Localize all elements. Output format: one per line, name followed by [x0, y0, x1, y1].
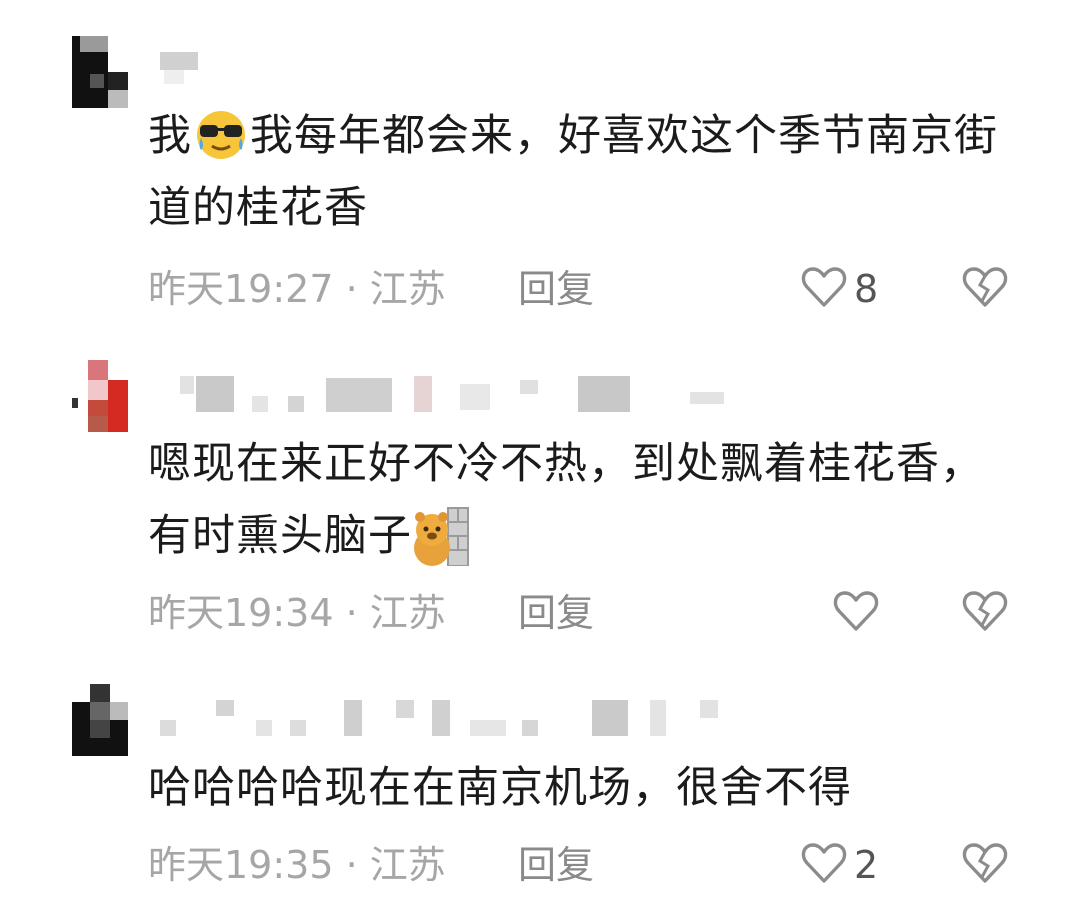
comment-text: 哈哈哈哈现在在南京机场，很舍不得 [148, 763, 852, 813]
reply-button[interactable]: 回复 [518, 588, 594, 638]
comment-meta: 昨天19:27 · 江苏 回复 [148, 264, 594, 314]
dislike-button[interactable] [960, 840, 1010, 890]
separator-dot: · [345, 591, 358, 635]
username-blurred[interactable] [160, 376, 860, 424]
separator-dot: · [345, 267, 358, 311]
comment-text: 嗯现在来正好不冷不热，到处飘着桂花香，有时熏头脑子 [148, 428, 1008, 572]
heart-icon [800, 841, 848, 889]
reply-button[interactable]: 回复 [518, 840, 594, 890]
location: 江苏 [369, 843, 446, 887]
broken-heart-icon [960, 589, 1010, 637]
location: 江苏 [369, 267, 446, 311]
comment-text: 我 我每年都会来，好喜欢这个季节南京街道的桂花香 [148, 100, 1008, 244]
hiding-bear-emoji [412, 506, 470, 567]
reply-button[interactable]: 回复 [518, 264, 594, 314]
timestamp: 昨天19:34 [148, 591, 334, 635]
heart-icon [800, 265, 848, 313]
avatar[interactable] [72, 360, 128, 432]
broken-heart-icon [960, 265, 1010, 313]
comment-meta: 昨天19:35 · 江苏 回复 [148, 840, 594, 890]
dislike-button[interactable] [960, 264, 1010, 314]
location: 江苏 [369, 591, 446, 635]
like-count: 2 [854, 843, 879, 887]
like-button[interactable]: 2 [800, 840, 878, 890]
like-count: 8 [854, 267, 879, 311]
timestamp: 昨天19:35 [148, 843, 334, 887]
cool-sunglasses-emoji [192, 108, 250, 160]
broken-heart-icon [960, 841, 1010, 889]
username-blurred[interactable] [160, 700, 860, 748]
comment-meta: 昨天19:34 · 江苏 回复 [148, 588, 594, 638]
like-button[interactable] [832, 588, 880, 638]
separator-dot: · [345, 843, 358, 887]
avatar[interactable] [72, 684, 128, 756]
timestamp: 昨天19:27 [148, 267, 334, 311]
heart-icon [832, 589, 880, 637]
avatar[interactable] [72, 36, 128, 108]
dislike-button[interactable] [960, 588, 1010, 638]
username-blurred[interactable] [160, 52, 860, 100]
like-button[interactable]: 8 [800, 264, 878, 314]
